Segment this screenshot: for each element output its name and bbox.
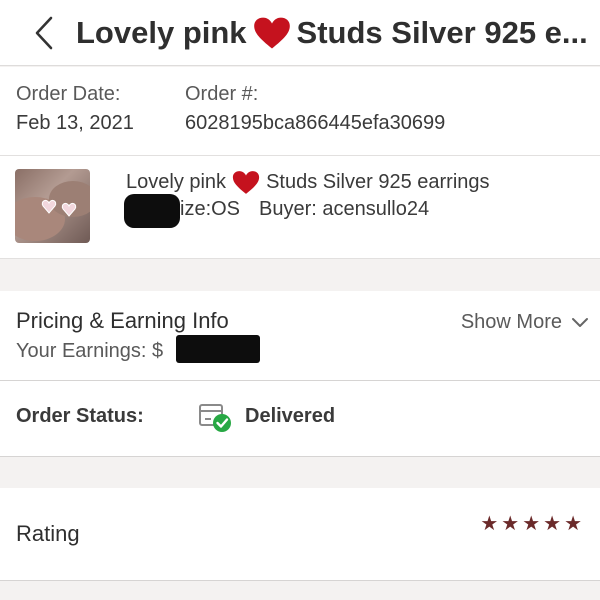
order-status-label: Order Status: — [16, 405, 144, 427]
order-item-row[interactable]: Lovely pink Studs Silver 925 earrings iz… — [0, 156, 600, 259]
order-date-label: Order Date: — [16, 83, 121, 105]
back-button[interactable] — [22, 11, 66, 55]
order-date-value: Feb 13, 2021 — [16, 112, 134, 134]
earring-photo-icon — [15, 181, 90, 241]
item-buyer: Buyer: acensullo24 — [259, 198, 430, 220]
rating-section: Rating ★ ★ ★ ★ ★ — [0, 488, 600, 581]
order-number-value: 6028195bca866445efa30699 — [185, 112, 446, 134]
star-icon: ★ — [480, 513, 499, 535]
page-title-part2: Studs Silver 925 e... — [296, 14, 588, 50]
star-icon: ★ — [564, 513, 582, 535]
order-number-label: Order #: — [185, 83, 259, 105]
order-status-value: Delivered — [245, 405, 336, 427]
rating-label: Rating — [16, 521, 80, 546]
order-status-section: Order Status: Delivered — [0, 381, 600, 457]
delivered-box-icon — [199, 404, 231, 432]
item-size: ize:OS — [180, 198, 241, 220]
pricing-section: Pricing & Earning Info Your Earnings: $ … — [0, 291, 600, 381]
pricing-title: Pricing & Earning Info — [16, 308, 229, 333]
star-icon: ★ — [501, 513, 520, 535]
item-title: Lovely pink Studs Silver 925 earrings — [126, 170, 490, 195]
rating-stars: ★ ★ ★ ★ ★ — [477, 514, 582, 534]
redaction-mark — [124, 194, 180, 228]
star-icon: ★ — [522, 513, 541, 535]
show-more-button[interactable]: Show More — [461, 311, 590, 334]
page-title-part1: Lovely pink — [76, 14, 247, 50]
item-title-part2: Studs Silver 925 earrings — [266, 171, 490, 193]
item-thumbnail[interactable] — [15, 169, 90, 243]
page-title: Lovely pink Studs Silver 925 e... — [76, 15, 596, 51]
show-more-label: Show More — [460, 311, 562, 333]
item-title-part1: Lovely pink — [126, 171, 227, 193]
chevron-down-icon — [572, 317, 588, 327]
heart-icon — [232, 171, 260, 194]
chevron-left-icon — [35, 16, 53, 49]
star-icon: ★ — [543, 513, 562, 535]
earnings-redaction — [176, 335, 260, 363]
earnings-label: Your Earnings: $ — [16, 340, 164, 362]
heart-icon — [253, 17, 290, 48]
order-info-section: Order Date: Feb 13, 2021 Order #: 602819… — [0, 67, 600, 156]
header-bar: Lovely pink Studs Silver 925 e... — [0, 0, 600, 66]
